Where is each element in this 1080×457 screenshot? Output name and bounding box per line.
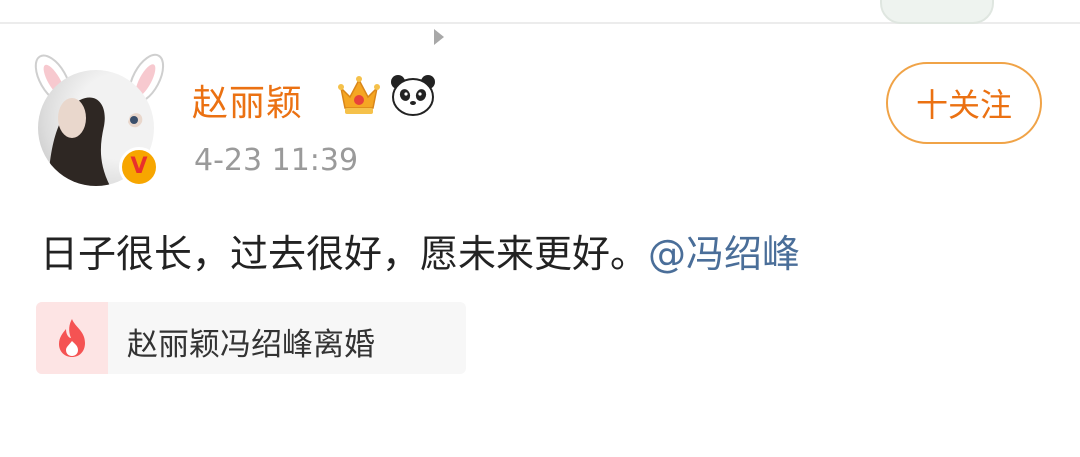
chevron-right-icon xyxy=(434,29,444,45)
crown-icon xyxy=(338,76,380,114)
mention-link[interactable]: @冯绍峰 xyxy=(648,232,800,276)
panda-icon xyxy=(391,75,435,116)
post-body-text: 日子很长，过去很好，愿未来更好。 xyxy=(40,232,649,276)
follow-button[interactable]: 十关注 xyxy=(886,62,1042,144)
topic-icon-box xyxy=(36,302,108,374)
avatar[interactable]: V xyxy=(26,46,176,196)
topic-label: 赵丽颖冯绍峰离婚 xyxy=(127,327,375,363)
topic-chip[interactable]: 赵丽颖冯绍峰离婚 xyxy=(36,302,466,374)
username[interactable]: 赵丽颖 xyxy=(192,74,303,126)
post-text: 日子很长，过去很好，愿未来更好。@冯绍峰 xyxy=(40,223,800,278)
previous-card-button[interactable] xyxy=(880,0,994,24)
verified-badge-icon: V xyxy=(119,147,159,187)
fire-icon xyxy=(59,319,85,357)
post-timestamp: 4-23 11:39 xyxy=(194,143,359,178)
